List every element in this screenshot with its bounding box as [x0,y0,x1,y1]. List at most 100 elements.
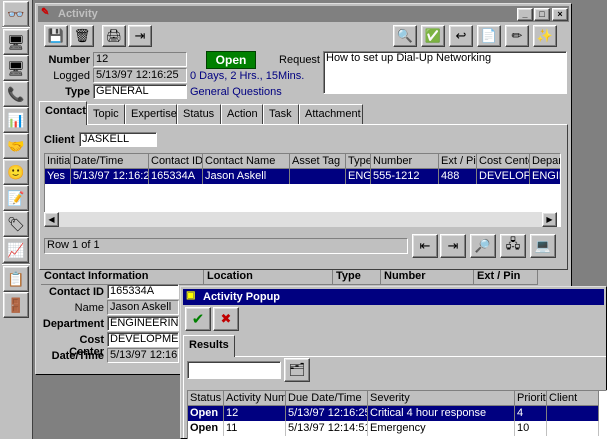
results-column-header[interactable]: Status [188,391,224,406]
monitor-check-icon[interactable]: 🖥 [3,55,29,81]
request-field[interactable]: How to set up Dial-Up Networking [323,51,567,94]
request-label: Request [279,54,320,66]
print-icon[interactable]: 🖨 [102,25,126,47]
results-row[interactable]: Open 12 5/13/97 12:16:25 Critical 4 hour re… [188,406,599,421]
cancel-x-icon[interactable]: ✖ [213,307,239,331]
exit-door-icon[interactable]: 🚪 [3,292,29,318]
type-description: General Questions [190,86,282,98]
results-column-header[interactable]: Activity Num [224,391,286,406]
contact-column-header[interactable]: Department [530,154,560,169]
contact-row[interactable]: Yes 5/13/97 12:16:25 165334A Jason Askell EN… [45,169,560,184]
results-search-input[interactable] [187,361,281,379]
results-cell: 11 [224,421,286,436]
results-cell: Open [188,421,224,436]
chart-icon[interactable]: 📈 [3,237,29,263]
minimize-button[interactable]: _ [517,8,533,21]
contact-column-header[interactable]: Contact ID [149,154,203,169]
contact-id-field[interactable]: 165334A [107,284,179,299]
contact-column-header[interactable]: Date/Time [71,154,149,169]
contact-column-header[interactable]: Initial [45,154,71,169]
cost-center-field[interactable]: DEVELOPMENT [107,332,179,347]
handshake-icon[interactable]: 🤝 [3,133,29,159]
location-heading: Location [204,270,333,285]
window-titlebar[interactable]: ✎ Activity _ □ × [38,6,569,22]
insert-row-icon[interactable]: ⇤ [412,234,438,258]
contact-column-header[interactable]: Ext / Pin [439,154,477,169]
presentation-icon[interactable]: 📊 [3,107,29,133]
tab-status[interactable]: Status [177,104,221,124]
tab-contact[interactable]: Contact [39,101,87,125]
results-cell: 12 [224,406,286,421]
results-grid[interactable]: Status Activity Num Due Date/Time Severity P… [187,390,607,439]
number-field[interactable]: 12 [93,52,187,67]
computer-icon[interactable]: 💻 [530,234,556,258]
phone-icon[interactable]: 📞 [3,81,29,107]
app-icon: ✎ [41,7,50,18]
contact-grid-hscroll[interactable]: ◀ ▶ [44,212,557,227]
contact-column-header[interactable]: Contact Name [203,154,290,169]
status-badge: Open [206,51,256,69]
contact-grid-header: Initial Date/Time Contact ID Contact Name As… [45,154,560,169]
maximize-button[interactable]: □ [534,8,550,21]
delete-row-icon[interactable]: ⇥ [440,234,466,258]
save-icon[interactable]: 💾 [44,25,68,47]
scroll-left-icon[interactable]: ◀ [44,212,59,227]
results-column-header[interactable]: Due Date/Time [286,391,368,406]
results-cell: 10 [515,421,547,436]
ext-pin-heading: Ext / Pin [474,270,538,285]
contact-cell: ENGINEERING [530,169,560,184]
contact-column-header[interactable]: Number [371,154,439,169]
tag-icon[interactable]: 🏷 [3,211,29,237]
network-icon[interactable]: 🖧 [500,234,526,258]
notepad-pencil-icon[interactable]: 📝 [3,185,29,211]
search-docs-icon[interactable]: 🔍 [393,25,417,47]
results-column-header[interactable]: Severity [368,391,515,406]
contact-column-header[interactable]: Cost Center [477,154,530,169]
contact-cell: ENG [348,169,371,184]
tab-attachment[interactable]: Attachment [299,104,363,124]
tab-topic[interactable]: Topic [87,104,125,124]
scroll-right-icon[interactable]: ▶ [542,212,557,227]
results-column-header[interactable]: Priority [515,391,547,406]
elapsed-text: 0 Days, 2 Hrs., 15Mins. [190,70,305,82]
tab-expertise[interactable]: Expertise [125,104,177,124]
results-panel: 🗂 Status Activity Num Due Date/Time Severit… [183,356,607,439]
logged-label: Logged [53,70,90,82]
type-field[interactable]: GENERAL [93,84,187,99]
tab-action[interactable]: Action [221,104,263,124]
exit-icon[interactable]: ⇥ [128,25,152,47]
report-icon[interactable]: 📋 [3,266,29,292]
tab-task[interactable]: Task [263,104,299,124]
ok-check-icon[interactable]: ✔ [185,307,211,331]
activity-popup: ▣ Activity Popup ✔ ✖ Results 🗂 Status Act… [180,286,607,439]
contact-column-header[interactable]: Asset Tag [290,154,346,169]
contact-cell: 555-1212 [371,169,439,184]
folders-icon[interactable]: 🗂 [284,358,310,382]
find-contact-icon[interactable]: 🔎 [470,234,496,258]
close-button[interactable]: × [552,8,568,21]
results-grid-header: Status Activity Num Due Date/Time Severity P… [188,391,599,406]
glasses-icon[interactable]: 👓 [3,1,29,27]
department-field[interactable]: ENGINEERING [107,316,179,331]
client-label: Client [44,134,75,146]
check-doc-icon[interactable]: ✅ [421,25,445,47]
trash-icon[interactable]: 🗑 [70,25,94,47]
undo-icon[interactable]: ↩ [449,25,473,47]
contact-column-header[interactable]: Type [346,154,371,169]
number-label: Number [48,54,90,66]
popup-titlebar[interactable]: ▣ Activity Popup [183,289,604,305]
person-icon[interactable]: 🙂 [3,159,29,185]
results-row[interactable]: Open 11 5/13/97 12:14:51 Emergency 10 [188,421,599,436]
edit-doc-icon[interactable]: ✏ [505,25,529,47]
list-doc-icon[interactable]: 📄 [477,25,501,47]
contact-cell: 5/13/97 12:16:25 [73,169,149,184]
tab-results[interactable]: Results [183,335,235,357]
type-label: Type [65,86,90,98]
monitor-icon[interactable]: 🖥 [3,29,29,55]
client-field[interactable]: JASKELL [79,132,157,147]
toolbar-divider [2,263,30,265]
results-column-header[interactable]: Client [547,391,599,406]
new-doc-icon[interactable]: ✨ [533,25,557,47]
contact-cell: Yes [45,169,71,184]
contact-id-label: Contact ID [49,286,104,298]
